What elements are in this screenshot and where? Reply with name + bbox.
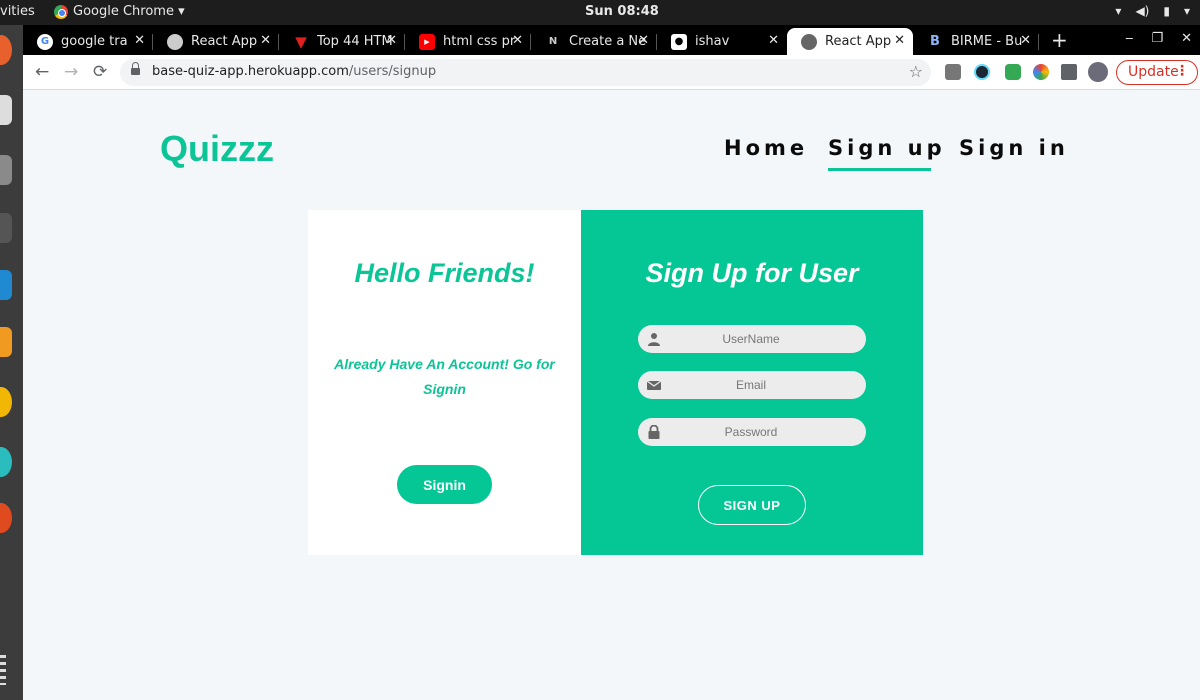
tab-separator (1038, 34, 1039, 50)
sublime-icon[interactable] (0, 327, 12, 357)
extensions-puzzle-icon[interactable] (1061, 64, 1077, 80)
envelope-icon (647, 380, 661, 390)
menu-kebab-icon: ⋮ (1175, 63, 1189, 79)
nav-signup[interactable]: Sign up (828, 136, 946, 171)
signup-heading: Sign Up for User (645, 258, 859, 288)
tab-title: google tra (61, 34, 128, 49)
app-dock-icon[interactable] (0, 447, 12, 477)
firefox-icon[interactable] (0, 35, 12, 65)
signin-button[interactable]: Signin (397, 465, 492, 504)
app-menu[interactable]: Google Chrome ▾ (54, 4, 185, 19)
signup-button[interactable]: SIGN UP (698, 485, 806, 525)
update-label: Update (1128, 64, 1179, 80)
activities-button[interactable]: vities (0, 4, 35, 19)
dock (0, 25, 23, 700)
battery-icon: ▮ (1163, 4, 1170, 18)
wifi-icon: ▾ (1115, 4, 1122, 18)
github-icon: ● (671, 33, 687, 50)
volume-icon: ◀) (1135, 4, 1150, 18)
user-icon (648, 333, 660, 346)
react-devtools-icon[interactable] (974, 64, 990, 80)
profile-avatar[interactable] (1088, 62, 1108, 82)
app-menu-label: Google Chrome ▾ (73, 4, 185, 19)
youtube-icon: ▶ (419, 33, 435, 50)
vscode-icon[interactable] (0, 270, 12, 300)
chrome-icon (54, 4, 68, 19)
reader-extension-icon[interactable] (945, 64, 961, 80)
username-field[interactable] (638, 325, 866, 353)
tray-menu-icon: ▾ (1183, 4, 1190, 18)
terminal-icon[interactable] (0, 213, 12, 243)
tab-title: ishav (695, 34, 730, 49)
url-path: /users/signup (348, 64, 437, 79)
tab-create-new[interactable]: N Create a Ne ✕ (531, 28, 657, 55)
tab-react-app-active[interactable]: React App ✕ (787, 28, 913, 55)
shield-extension-icon[interactable] (1005, 64, 1021, 80)
chrome-dock-icon[interactable] (0, 387, 12, 417)
os-top-bar: vities Google Chrome ▾ Sun 08:48 ▾ ◀) ▮ … (0, 0, 1200, 25)
already-account-text: Already Have An Account! Go for Signin (334, 356, 555, 397)
globe-icon (801, 33, 817, 50)
back-button[interactable]: ← (35, 62, 49, 82)
forward-button[interactable]: → (64, 62, 78, 82)
tab-top-44-html[interactable]: ▼ Top 44 HTM ✕ (279, 28, 405, 55)
browser-toolbar: ← → ⟳ base-quiz-app.herokuapp.com/users/… (23, 55, 1200, 90)
reload-button[interactable]: ⟳ (93, 62, 107, 82)
new-tab-button[interactable]: + (1051, 28, 1068, 52)
window-close-button[interactable]: ✕ (1181, 31, 1192, 46)
close-icon[interactable]: ✕ (512, 33, 523, 48)
tab-google-translate[interactable]: G google tra ✕ (23, 28, 153, 55)
close-icon[interactable]: ✕ (386, 33, 397, 48)
minimize-button[interactable]: ‒ (1125, 31, 1133, 46)
system-tray[interactable]: ▾ ◀) ▮ ▾ (1115, 4, 1190, 18)
auth-card: Hello Friends! Already Have An Account! … (308, 210, 923, 555)
v-logo-icon: ▼ (295, 32, 307, 51)
tab-strip: G google tra ✕ React App ✕ ▼ Top 44 HTM … (23, 25, 1200, 55)
tab-birme[interactable]: B BIRME - Bu ✕ (913, 28, 1039, 55)
url-text: base-quiz-app.herokuapp.com/users/signup (152, 64, 436, 79)
tab-html-css[interactable]: ▶ html css pr ✕ (405, 28, 531, 55)
google-icon: G (37, 33, 53, 50)
clock[interactable]: Sun 08:48 (585, 4, 659, 19)
signin-panel: Hello Friends! Already Have An Account! … (308, 210, 581, 555)
tab-ishav[interactable]: ● ishav ✕ (657, 28, 787, 55)
close-icon[interactable]: ✕ (768, 33, 779, 48)
window-controls: ‒ ❐ ✕ (1125, 31, 1192, 46)
password-field[interactable] (638, 418, 866, 446)
color-picker-icon[interactable] (1033, 64, 1049, 80)
bookmark-star-icon[interactable]: ☆ (909, 62, 923, 81)
username-input[interactable] (668, 325, 834, 353)
globe-icon (167, 33, 183, 50)
update-button[interactable]: Update ⋮ (1116, 60, 1198, 85)
software-icon[interactable] (0, 503, 12, 533)
lock-icon[interactable] (131, 62, 140, 77)
tab-react-app-1[interactable]: React App ✕ (153, 28, 279, 55)
b-logo-icon: B (930, 34, 940, 49)
maximize-button[interactable]: ❐ (1151, 31, 1163, 46)
close-icon[interactable]: ✕ (638, 33, 649, 48)
hello-heading: Hello Friends! (354, 258, 535, 288)
files-icon[interactable] (0, 155, 12, 185)
lock-icon (648, 425, 660, 439)
password-input[interactable] (668, 418, 834, 446)
email-input[interactable] (668, 371, 834, 399)
address-bar[interactable]: base-quiz-app.herokuapp.com/users/signup… (120, 59, 931, 86)
page-content: Quizzz Home Sign up Sign in Hello Friend… (23, 90, 1200, 700)
thunderbird-icon[interactable] (0, 95, 12, 125)
site-logo[interactable]: Quizzz (160, 128, 274, 170)
close-icon[interactable]: ✕ (1020, 33, 1031, 48)
close-icon[interactable]: ✕ (260, 33, 271, 48)
n-logo-icon: N (548, 36, 558, 47)
close-icon[interactable]: ✕ (894, 33, 905, 48)
show-apps-icon[interactable] (0, 655, 6, 685)
nav-home[interactable]: Home (724, 136, 808, 160)
signup-panel: Sign Up for User SIGN UP (581, 210, 923, 555)
nav-signin[interactable]: Sign in (959, 136, 1069, 160)
url-host: base-quiz-app.herokuapp.com (152, 64, 349, 79)
close-icon[interactable]: ✕ (134, 33, 145, 48)
email-field[interactable] (638, 371, 866, 399)
